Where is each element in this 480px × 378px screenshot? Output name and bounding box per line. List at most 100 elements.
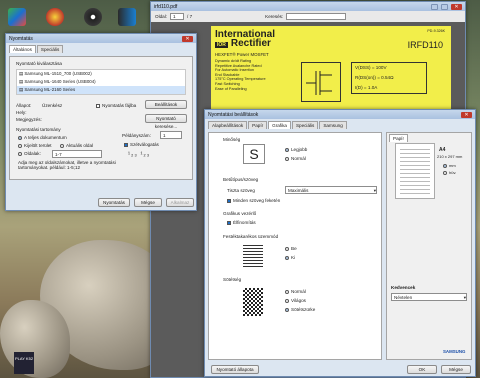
printer-name: Samsung ML-2160 Series [24,87,76,92]
samsung-logo: SAMSUNG [443,349,466,354]
close-button[interactable]: ✕ [451,3,462,10]
quality-title: Minőség [223,137,241,142]
spec-item: R(DS(on)) = 0.54Ω [355,75,394,80]
range-current-radio[interactable]: Aktuális oldal [60,143,93,148]
range-selection-radio[interactable]: Kijelölt terület [18,143,52,148]
toner-on-radio[interactable]: Be [285,246,297,251]
printer-item[interactable]: ▤ Samsung ML-1510_700 (USB002) [17,70,185,78]
copies-input[interactable]: 1 [160,131,182,139]
pages-input[interactable]: 1-7 [52,150,102,158]
print-dialog: Nyomtatás ✕ Általános Speciális Nyomtató k… [5,33,197,211]
clear-text-select[interactable]: Maximális ▾ [285,186,377,194]
range-all-radio[interactable]: A teljes dokumentum [18,135,67,140]
inch-radio[interactable]: hüv. [443,170,456,175]
quality-best-radio[interactable]: Legjobb [285,147,307,152]
select-printer-label: Nyomtató kiválasztása [16,61,62,66]
doc-type: HEXFET® Power MOSFET [215,52,269,57]
doc-code: PD-9.326K [427,29,445,33]
minimize-button[interactable] [431,3,438,10]
tab-prefs-1[interactable]: Papír [248,121,268,129]
pdf-toolbar: Oldal: 1 / 7 Keresés: [151,11,465,22]
collate-checkbox[interactable]: Szétválogatás [124,142,159,147]
printer-name: Samsung ML-1510_700 (USB002) [24,71,92,76]
range-hint: Adja meg az oldalszámokat, illetve a nyo… [18,160,116,170]
search-input[interactable] [286,13,347,20]
quality-icon: S [243,144,265,164]
desktop-icon-1[interactable] [8,8,26,26]
search-label: Keresés: [265,14,284,19]
page-label: Oldal: [155,14,168,19]
tab-prefs-0[interactable]: Alapbeállítások [208,121,248,129]
find-printer-button[interactable]: Nyomtató keresése... [145,114,187,129]
print-tabs: Általános Speciális [6,43,196,53]
printer-list[interactable]: ▤ Samsung ML-1510_700 (USB002) ▤ Samsung … [16,69,186,95]
all-text-black-checkbox[interactable]: Minden szöveg feketén [227,198,280,203]
tab-prefs-4[interactable]: Samsung [319,121,347,129]
maximize-button[interactable] [441,3,448,10]
collate-illustration: ¹₂₃ ¹₂₃ [128,152,151,158]
page-preview [395,143,435,199]
chevron-down-icon: ▾ [373,188,376,193]
ok-button[interactable]: OK [407,365,437,374]
paper-dims: 210 x 297 mm [437,154,463,159]
printer-item[interactable]: ▤ Samsung ML-1640 Series (USB004) [17,78,185,86]
desktop-shortcut[interactable]: PLAY K52 [14,352,34,374]
toner-icon [243,245,263,267]
print-close-button[interactable]: ✕ [182,35,193,42]
tab-print-1[interactable]: Speciális [36,45,64,53]
print-cancel-button[interactable]: Mégse [134,198,162,207]
range-title: Nyomtatási tartomány [16,127,61,132]
toner-off-radio[interactable]: Ki [285,255,295,260]
status-value: Üzenkész [42,103,63,108]
spec-item: V(DSS) = 100V [355,65,387,70]
brand-line2: Rectifier [230,38,271,49]
pdf-titlebar: irfd110.pdf ✕ [151,2,465,11]
mm-radio[interactable]: mm [443,163,456,168]
status-label: Állapot: [16,103,32,108]
preferences-dialog: Nyomtatási beállítások ✕ Alapbeállítások P… [204,109,476,377]
preferences-button[interactable]: Beállítások [145,100,187,109]
preview-panel: Papír A4 210 x 297 mm mm hüv. Kedvencek … [386,132,472,360]
print-title: Nyomtatás [9,35,33,42]
printer-status-button[interactable]: Nyomtató állapota [211,365,259,374]
tab-print-0[interactable]: Általános [9,45,36,53]
paper-size: A4 [439,147,446,153]
quality-normal-radio[interactable]: Normál [285,156,306,161]
desktop-icon-2[interactable] [46,8,64,26]
prefs-tabs: Alapbeállítások Papír Grafika Speciális Sams… [205,119,475,129]
apply-button[interactable]: Alkalmaz [166,198,194,207]
prefs-close-button[interactable]: ✕ [461,111,472,118]
pdf-title: irfd110.pdf [154,3,178,10]
darkness-dark-radio[interactable]: Sötétszürke [285,307,315,312]
spec-item: I(D) = 1.0A [355,85,378,90]
prefs-cancel-button[interactable]: Mégse [441,365,471,374]
tab-prefs-2[interactable]: Grafika [268,121,291,129]
tab-prefs-3[interactable]: Speciális [291,121,319,129]
darkness-title: Sötétség [223,277,242,282]
mosfet-symbol [301,62,341,102]
comment-label: Megjegyzés: [16,117,42,122]
preview-tab[interactable]: Papír [389,134,408,142]
darkness-normal-radio[interactable]: Normál [285,289,306,294]
favorites-title: Kedvencek [391,285,416,290]
page-input[interactable]: 1 [170,13,185,20]
toner-title: Festéktakarékos üzemmód [223,234,279,239]
desktop-icon-3[interactable] [84,8,102,26]
graphics-panel: Minőség S Legjobb Normál Betűtípus/szöve… [208,132,382,360]
print-panel: Nyomtató kiválasztása ▤ Samsung ML-1510_… [9,56,193,180]
darkness-light-radio[interactable]: Világos [285,298,306,303]
edge-enhance-checkbox[interactable]: Élfinomítás [227,220,256,225]
font-title: Betűtípus/szöveg [223,177,259,182]
print-button[interactable]: Nyomtatás [98,198,130,207]
location-label: Hely: [16,110,27,115]
favorites-select[interactable]: Névtelen ▾ [391,293,467,301]
chevron-down-icon-2: ▾ [463,295,466,300]
clear-text-label: Tiszta szöveg [227,188,255,193]
part-number: IRFD110 [407,40,443,50]
printer-item[interactable]: ▤ Samsung ML-2160 Series [17,86,185,94]
desktop-icon-4[interactable] [118,8,136,26]
print-to-file-checkbox[interactable]: Nyomtatás fájlba [96,103,136,108]
brand-logo: IOR [215,42,228,48]
printer-name: Samsung ML-1640 Series (USB004) [24,79,96,84]
range-pages-radio[interactable]: Oldalak: [18,151,41,156]
